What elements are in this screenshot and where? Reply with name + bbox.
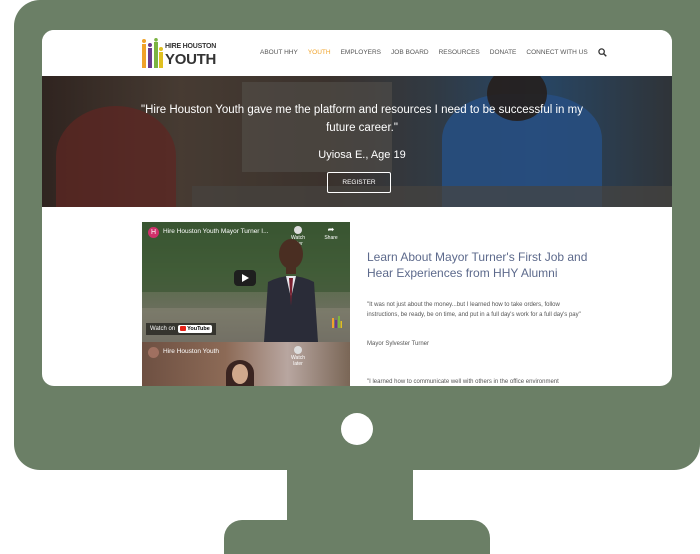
hero-banner: "Hire Houston Youth gave me the platform… [42, 76, 672, 207]
watch-on-label: Watch on [150, 326, 176, 332]
channel-avatar[interactable]: H [148, 227, 159, 238]
youtube-play-icon [180, 326, 187, 332]
hhy-watermark-icon [332, 316, 342, 328]
quote-author: Mayor Sylvester Turner [367, 341, 430, 347]
alumni-face [232, 364, 248, 384]
mayor-figure [264, 239, 318, 342]
main-nav: ABOUT HHY YOUTH EMPLOYERS JOB BOARD RESO… [260, 48, 607, 57]
monitor-base [224, 520, 490, 554]
clock-icon [294, 346, 302, 354]
channel-avatar-2[interactable] [148, 347, 159, 358]
monitor-stand [287, 468, 413, 526]
nav-item-donate[interactable]: DONATE [490, 49, 517, 56]
register-button[interactable]: REGISTER [327, 172, 391, 193]
watch-later-label-2: Watch later [291, 355, 305, 367]
alumni-quote: "I learned how to communicate well with … [367, 379, 559, 385]
play-button[interactable] [234, 270, 256, 286]
nav-item-youth[interactable]: YOUTH [308, 49, 331, 56]
video-title-2[interactable]: Hire Houston Youth [163, 348, 219, 355]
watch-later-button-2[interactable]: Watch later [287, 346, 309, 367]
nav-item-about-hhy[interactable]: ABOUT HHY [260, 49, 298, 56]
nav-item-resources[interactable]: RESOURCES [439, 49, 480, 56]
hhy-logo[interactable]: HIRE HOUSTON YOUTH [142, 38, 216, 70]
website-screen: HIRE HOUSTON YOUTH ABOUT HHY YOUTH EMPLO… [42, 30, 672, 386]
share-label: Share [324, 235, 338, 241]
hero-quote: "Hire Houston Youth gave me the platform… [141, 104, 583, 134]
share-button[interactable]: ➦ Share [321, 225, 341, 242]
search-icon[interactable] [597, 48, 607, 57]
power-button [341, 413, 373, 445]
video-embed-alumni[interactable]: Hire Houston Youth Watch later [142, 342, 350, 386]
hero-attribution: Uyiosa E., Age 19 [318, 149, 406, 161]
logo-line1: HIRE HOUSTON [165, 43, 217, 50]
youtube-wordmark: YouTube [187, 326, 210, 332]
share-icon: ➦ [327, 225, 335, 234]
nav-item-job-board[interactable]: JOB BOARD [391, 49, 429, 56]
section-heading: Learn About Mayor Turner's First Job and… [367, 250, 588, 280]
nav-item-employers[interactable]: EMPLOYERS [341, 49, 381, 56]
clock-icon [294, 226, 302, 234]
logo-figures-icon [142, 38, 163, 68]
youtube-logo: YouTube [178, 325, 212, 333]
mayor-quote: "It was not just about the money...but I… [367, 302, 581, 318]
watch-on-youtube[interactable]: Watch on YouTube [146, 323, 216, 335]
site-header: HIRE HOUSTON YOUTH ABOUT HHY YOUTH EMPLO… [42, 30, 672, 76]
video-embed-mayor[interactable]: H Hire Houston Youth Mayor Turner I... W… [142, 222, 350, 342]
nav-item-connect-with-us[interactable]: CONNECT WITH US [526, 49, 587, 56]
video-title[interactable]: Hire Houston Youth Mayor Turner I... [163, 228, 269, 235]
logo-line2: YOUTH [165, 51, 217, 68]
